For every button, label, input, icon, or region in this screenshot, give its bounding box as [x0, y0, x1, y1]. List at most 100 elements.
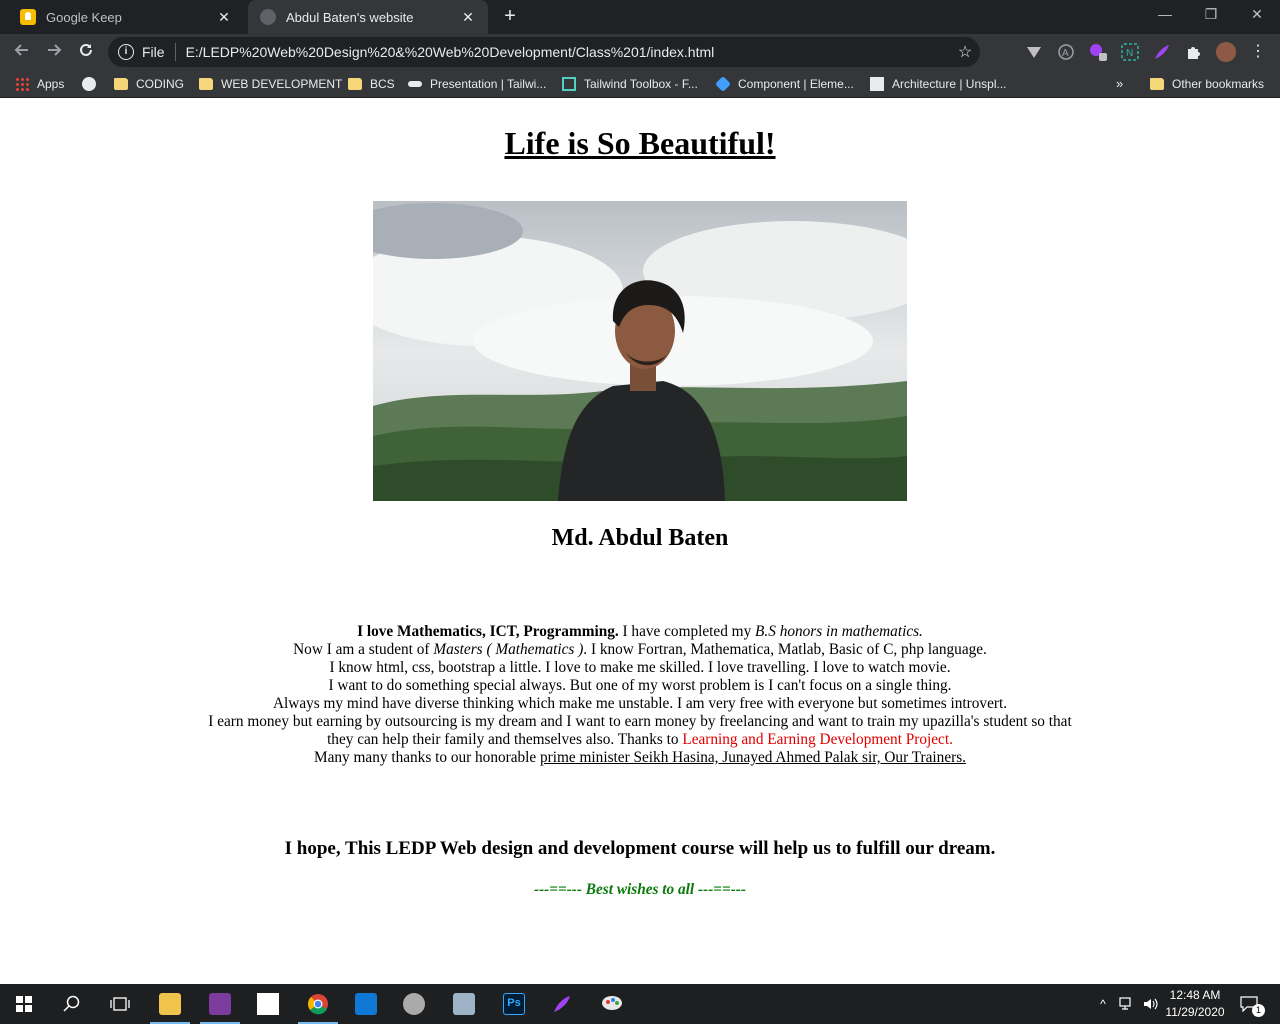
reload-button[interactable] — [73, 39, 99, 65]
bookmarks-bar: Apps CODING WEB DEVELOPMENT BCS Presenta… — [0, 70, 1280, 98]
bookmark-label: WEB DEVELOPMENT — [221, 77, 343, 91]
folder-icon — [199, 78, 213, 90]
file-explorer-icon[interactable] — [146, 984, 194, 1024]
tray-chevron-up-icon[interactable]: ^ — [1094, 984, 1112, 1024]
bookmark-label: Apps — [37, 77, 65, 91]
best-wishes-text: ---==--- Best wishes to all ---==--- — [533, 881, 746, 898]
bookmark-label: Component | Eleme... — [738, 77, 854, 91]
notification-center-icon[interactable]: 1 — [1234, 984, 1265, 1024]
bookmark-element-component[interactable]: Component | Eleme... — [715, 70, 854, 98]
bookmark-folder-web-development[interactable]: WEB DEVELOPMENT — [199, 70, 342, 98]
bio-paragraph: I love Mathematics, ICT, Programming. I … — [200, 623, 1080, 767]
forward-arrow-icon — [48, 44, 62, 56]
bookmark-label: CODING — [136, 77, 184, 91]
windows-start-icon[interactable] — [0, 984, 48, 1024]
person-name: Md. Abdul Baten — [551, 525, 729, 551]
volume-icon[interactable] — [1140, 984, 1162, 1024]
close-tab-icon[interactable]: ✕ — [216, 9, 232, 26]
font-extension-icon[interactable]: A — [1056, 42, 1076, 62]
reload-icon — [80, 43, 92, 56]
info-icon[interactable]: i — [118, 44, 134, 60]
bookmark-globe[interactable] — [82, 70, 104, 98]
close-tab-icon[interactable]: ✕ — [460, 9, 476, 26]
notion-icon[interactable]: N — [1120, 42, 1140, 62]
bio-text: I know html, css, bootstrap a little. I … — [329, 659, 951, 676]
bookmark-apps[interactable]: Apps — [15, 70, 64, 98]
unsplash-icon — [870, 77, 884, 91]
tab-title: Abdul Baten's website — [286, 9, 414, 25]
search-icon[interactable] — [48, 984, 96, 1024]
bookmark-unsplash[interactable]: Architecture | Unspl... — [870, 70, 1007, 98]
bookmark-star-icon[interactable]: ☆ — [950, 42, 980, 62]
minimize-button[interactable]: — — [1142, 0, 1188, 30]
windows-taskbar: Ps ^ 12:48 AM 11/29/2020 1 — [0, 984, 1280, 1024]
toolbox-icon — [562, 77, 576, 91]
hope-statement: I hope, This LEDP Web design and develop… — [284, 838, 996, 859]
close-window-button[interactable]: ✕ — [1234, 0, 1280, 30]
bookmarks-overflow-button[interactable]: » — [1116, 70, 1123, 98]
bio-lead: I love Mathematics, ICT, Programming. — [357, 623, 619, 640]
google-keep-icon — [20, 9, 36, 25]
restore-button[interactable]: ❐ — [1188, 0, 1234, 30]
element-logo-icon — [715, 76, 731, 92]
taskbar-clock[interactable]: 12:48 AM 11/29/2020 — [1160, 987, 1230, 1021]
bio-degree: B.S honors in mathematics. — [755, 623, 923, 640]
feather-icon[interactable] — [1152, 42, 1172, 62]
bookmark-presentation[interactable]: Presentation | Tailwi... — [408, 70, 546, 98]
extensions-puzzle-icon[interactable] — [1184, 42, 1204, 62]
ledp-project-text: Learning and Earning Development Project… — [682, 731, 953, 748]
bio-text: Many many thanks to our honorable — [314, 749, 541, 766]
other-bookmarks-label: Other bookmarks — [1172, 77, 1265, 91]
bio-masters: Masters ( Mathematics ) — [433, 641, 584, 658]
bookmark-tailwind-toolbox[interactable]: Tailwind Toolbox - F... — [562, 70, 698, 98]
menu-kebab-icon[interactable]: ⋮ — [1248, 42, 1268, 62]
bookmark-label: BCS — [370, 77, 395, 91]
folder-icon — [348, 78, 362, 90]
bio-text: . I know Fortran, Mathematica, Matlab, B… — [583, 641, 987, 658]
clock-time: 12:48 AM — [1169, 988, 1221, 1002]
address-bar[interactable]: i File E:/LEDP%20Web%20Design%20&%20Web%… — [108, 37, 980, 67]
sticky-notes-icon[interactable] — [244, 984, 292, 1024]
profile-avatar[interactable] — [1216, 42, 1236, 62]
glasses-icon — [408, 81, 422, 87]
back-button[interactable] — [9, 39, 35, 65]
profile-photo — [373, 201, 907, 501]
task-view-icon[interactable] — [96, 984, 144, 1024]
bio-text: I want to do something special always. B… — [328, 677, 952, 694]
tab-abdul-baten-website[interactable]: Abdul Baten's website ✕ — [248, 0, 488, 34]
url-text[interactable]: E:/LEDP%20Web%20Design%20&%20Web%20Devel… — [186, 44, 950, 60]
outlook-icon[interactable] — [342, 984, 390, 1024]
network-icon[interactable] — [1116, 984, 1138, 1024]
apps-grid-icon — [15, 77, 29, 91]
photoshop-icon[interactable]: Ps — [490, 984, 538, 1024]
color-picker-icon[interactable] — [1088, 42, 1108, 62]
other-bookmarks[interactable]: Other bookmarks — [1150, 70, 1264, 98]
forward-button[interactable] — [41, 39, 67, 65]
globe-icon — [82, 77, 96, 91]
bookmark-label: Architecture | Unspl... — [892, 77, 1007, 91]
onenote-icon[interactable] — [196, 984, 244, 1024]
photos-icon[interactable] — [440, 984, 488, 1024]
omnibox-divider — [174, 43, 176, 61]
bookmark-folder-bcs[interactable]: BCS — [348, 70, 395, 98]
svg-text:N: N — [1126, 48, 1133, 59]
globe-icon — [260, 9, 276, 25]
vimeo-icon[interactable] — [1024, 42, 1044, 62]
browser-toolbar: i File E:/LEDP%20Web%20Design%20&%20Web%… — [0, 34, 1280, 70]
new-tab-button[interactable]: + — [498, 6, 522, 28]
folder-icon — [114, 78, 128, 90]
bio-text: I have completed my — [618, 623, 756, 640]
svg-text:A: A — [1062, 48, 1069, 59]
tab-google-keep[interactable]: Google Keep ✕ — [8, 0, 244, 34]
bookmark-label: Presentation | Tailwi... — [430, 77, 547, 91]
bookmark-folder-coding[interactable]: CODING — [114, 70, 184, 98]
bio-text: Now I am a student of — [293, 641, 434, 658]
page-heading: Life is So Beautiful! — [504, 125, 776, 161]
folder-icon — [1150, 78, 1164, 90]
bookmark-label: Tailwind Toolbox - F... — [584, 77, 698, 91]
media-icon[interactable] — [390, 984, 438, 1024]
chrome-icon[interactable] — [294, 984, 342, 1024]
paint-icon[interactable] — [588, 984, 636, 1024]
portrait-landscape-image — [373, 201, 907, 501]
pen-icon[interactable] — [538, 984, 586, 1024]
